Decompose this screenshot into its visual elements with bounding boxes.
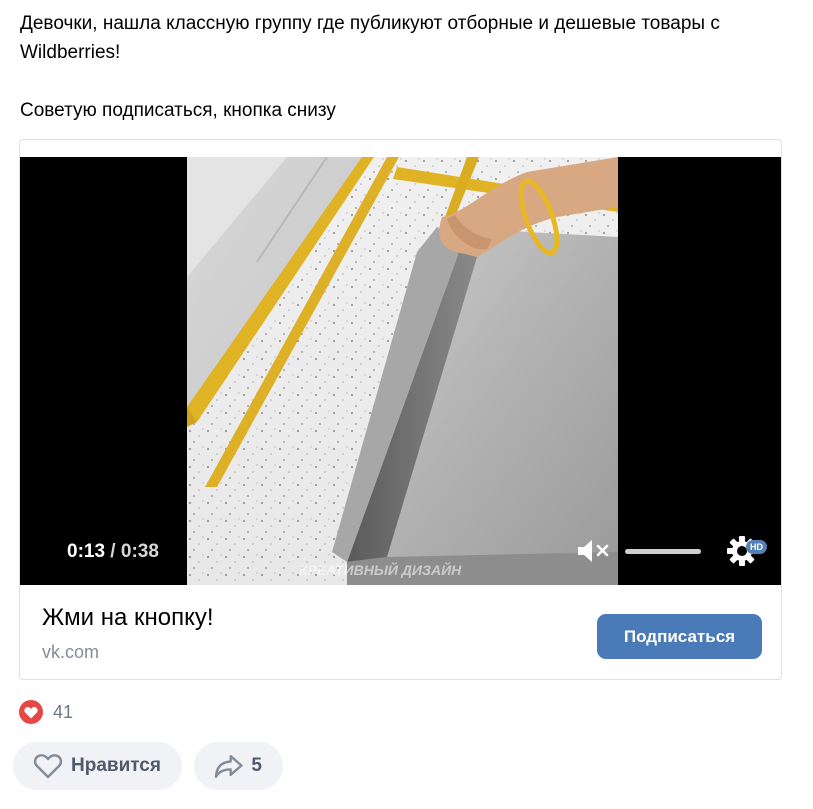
post-actions: Нравится 5 [13,742,283,790]
share-arrow-icon [214,755,243,778]
heart-outline-icon [33,754,63,779]
video-time: 0:13 / 0:38 [67,541,159,563]
like-button-label: Нравится [71,755,161,776]
subscribe-button[interactable]: Подписаться [597,614,762,659]
video-player[interactable]: КРЕАТИВНЫЙ ДИЗАЙН 0:13 / 0:38 HD [20,157,781,585]
video-current-time: 0:13 [67,541,106,562]
post-text-line2: Советую подписаться, кнопка снизу [20,100,336,121]
post-text-line1: Девочки, нашла классную группу где публи… [20,13,720,63]
link-card[interactable]: КРЕАТИВНЫЙ ДИЗАЙН 0:13 / 0:38 HD Жми на … [19,139,782,680]
card-title[interactable]: Жми на кнопку! [42,604,214,632]
video-time-separator: / [105,541,121,562]
mute-icon[interactable] [576,537,612,565]
video-duration: 0:38 [120,541,159,562]
hd-badge: HD [746,540,767,554]
video-frame: КРЕАТИВНЫЙ ДИЗАЙН [187,157,618,585]
video-watermark: КРЕАТИВНЫЙ ДИЗАЙН [299,561,462,578]
card-domain: vk.com [42,642,100,662]
likes-count: 41 [53,701,74,722]
share-button[interactable]: 5 [194,742,283,790]
post-text: Девочки, нашла классную группу где публи… [20,9,790,125]
volume-slider[interactable] [625,549,701,554]
share-count: 5 [251,755,262,776]
like-button[interactable]: Нравится [13,742,182,790]
heart-icon [19,700,43,724]
reactions-summary[interactable]: 41 [19,700,73,724]
